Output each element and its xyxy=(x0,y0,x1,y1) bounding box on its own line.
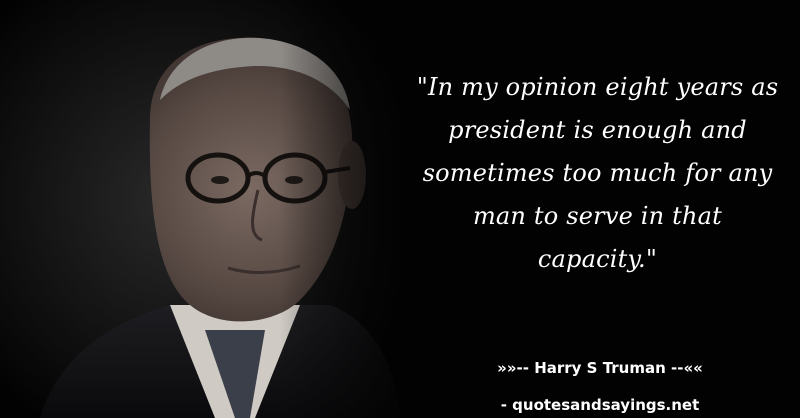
quote-author: »»-- Harry S Truman --«« xyxy=(497,359,703,377)
portrait-photo xyxy=(0,0,400,418)
quote-card: "In my opinion eight years as president … xyxy=(0,0,800,418)
source-website: - quotesandsayings.net xyxy=(500,396,700,414)
quote-text: "In my opinion eight years as president … xyxy=(416,73,779,273)
